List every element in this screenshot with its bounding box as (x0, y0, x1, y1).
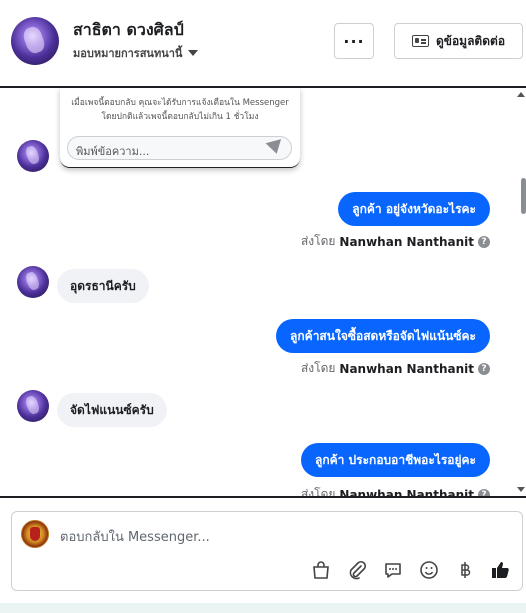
sent-by-name: Nanwhan Nanthanit (339, 487, 474, 498)
view-contact-info-button[interactable]: ดูข้อมูลติดต่อ (394, 23, 523, 59)
popup-input-placeholder: พิมพ์ข้อความ... (76, 145, 150, 158)
scroll-down-arrow-icon[interactable] (517, 487, 525, 492)
sent-by-label: ส่งโดย Nanwhan Nanthanit ? (300, 485, 490, 498)
composer-toolbar (310, 559, 512, 581)
conversation-header: สาธิตา ดวงศิลป์ มอบหมายการสนทนานี้ ··· ด… (0, 0, 526, 84)
outgoing-message[interactable]: ลูกค้า อยู่จังหวัดอะไรคะ (338, 192, 490, 226)
send-icon[interactable] (265, 139, 285, 156)
reply-composer[interactable]: ตอบกลับใน Messenger... (11, 511, 523, 591)
sent-by-prefix: ส่งโดย (300, 487, 336, 498)
view-contact-info-label: ดูข้อมูลติดต่อ (435, 33, 506, 48)
emoji-icon[interactable] (418, 559, 440, 581)
sent-by-label: ส่งโดย Nanwhan Nanthanit ? (301, 232, 490, 251)
sent-by-label: ส่งโดย Nanwhan Nanthanit ? (301, 359, 490, 378)
thread-scrollbar[interactable] (517, 88, 526, 496)
contact-card-icon (411, 35, 429, 47)
help-icon[interactable]: ? (478, 235, 490, 248)
caret-down-icon (188, 50, 199, 56)
thumbs-up-icon[interactable] (490, 559, 512, 581)
page-avatar (21, 520, 49, 548)
help-icon[interactable]: ? (478, 362, 490, 375)
bag-icon[interactable] (310, 559, 332, 581)
outgoing-message[interactable]: ลูกค้า ประกอบอาชีพอะไรอยู่คะ (300, 443, 490, 477)
contact-avatar-small (17, 266, 49, 298)
outgoing-message[interactable]: ลูกค้าสนใจซื้อสดหรือจัดไฟแน้นซ์คะ (276, 319, 490, 353)
help-icon[interactable]: ? (478, 488, 490, 496)
message-icon[interactable] (382, 559, 404, 581)
contact-name[interactable]: สาธิตา ดวงศิลป์ (73, 18, 184, 43)
sent-by-name: Nanwhan Nanthanit (339, 361, 474, 376)
sent-by-prefix: ส่งโดย (300, 234, 336, 248)
message-thread[interactable]: เมื่อเพจนี้ตอบกลับ คุณจะได้รับการแจ้งเตื… (0, 86, 526, 498)
sent-by-prefix: ส่งโดย (300, 361, 336, 375)
baht-icon[interactable] (454, 559, 476, 581)
popup-notice-text: เมื่อเพจนี้ตอบกลับ คุณจะได้รับการแจ้งเตื… (71, 98, 289, 122)
paperclip-icon[interactable] (346, 559, 368, 581)
incoming-message[interactable]: อุดรธานีครับ (57, 269, 149, 303)
contact-avatar-small (17, 140, 49, 172)
contact-avatar-small (17, 390, 49, 422)
scroll-up-arrow-icon[interactable] (517, 92, 525, 97)
footer-strip (0, 603, 526, 613)
contact-avatar[interactable] (11, 17, 59, 65)
reply-input[interactable]: ตอบกลับใน Messenger... (60, 526, 210, 547)
incoming-message[interactable]: จัดไฟแนนซ์ครับ (57, 393, 167, 427)
sent-by-name: Nanwhan Nanthanit (339, 234, 474, 249)
popup-message-input[interactable]: พิมพ์ข้อความ... (67, 136, 292, 160)
assign-conversation-dropdown[interactable]: มอบหมายการสนทนานี้ (73, 44, 199, 62)
scroll-thumb[interactable] (521, 178, 526, 214)
more-options-button[interactable]: ··· (334, 23, 374, 59)
assign-conversation-label: มอบหมายการสนทนานี้ (73, 47, 183, 60)
inbox-conversation-panel: สาธิตา ดวงศิลป์ มอบหมายการสนทนานี้ ··· ด… (0, 0, 526, 613)
messenger-preview-popup: เมื่อเพจนี้ตอบกลับ คุณจะได้รับการแจ้งเตื… (60, 88, 300, 168)
